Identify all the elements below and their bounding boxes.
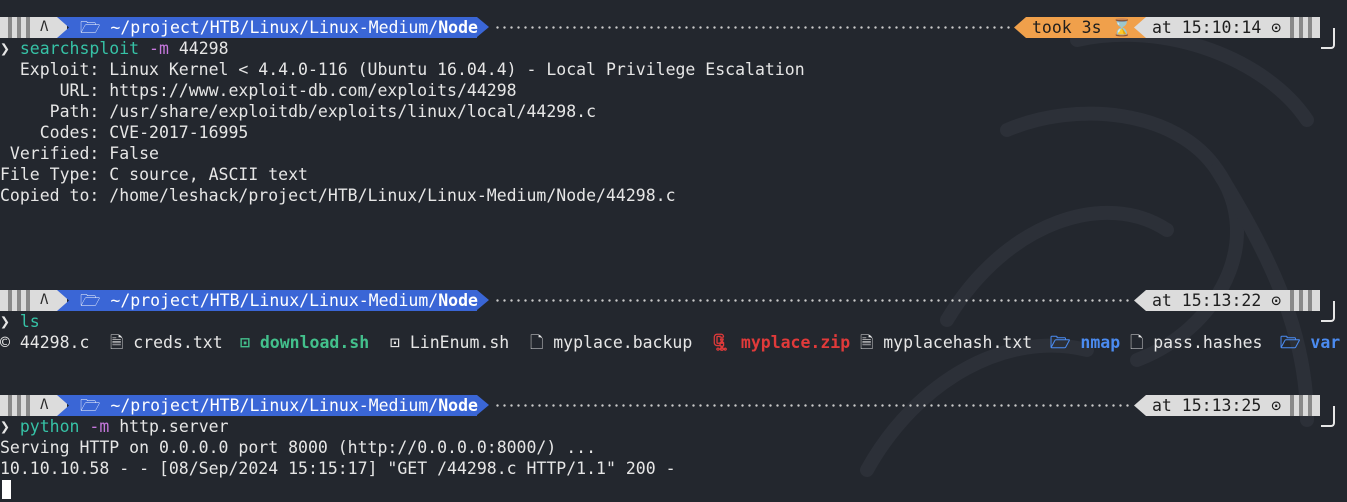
os-segment: Λ	[0, 290, 67, 311]
zip-icon: 🗜	[710, 333, 731, 352]
prompt-corner	[1321, 406, 1335, 427]
ls-output: © 44298.c 🗎 creds.txt ⊡ download.sh ⊡ Li…	[0, 332, 1347, 353]
terminal-cursor[interactable]	[2, 480, 11, 499]
prompt-bar: Λ 🗁 ~/project/HTB/Linux/Linux-Medium/Nod…	[0, 290, 1347, 311]
command-line: ❯ python -m http.server	[0, 417, 229, 436]
list-item: © 44298.c	[0, 333, 90, 352]
os-segment: Λ	[0, 395, 67, 416]
prompt-corner	[1321, 301, 1335, 322]
timestamp-badge: at 15:13:22 ⊙	[1134, 290, 1290, 311]
prompt-bar: Λ 🗁 ~/project/HTB/Linux/Linux-Medium/Nod…	[0, 17, 1347, 38]
prompt-filler	[494, 404, 1130, 407]
script-icon: ⊡	[240, 333, 250, 352]
list-item: 🗋 pass.hashes	[1130, 333, 1263, 352]
list-item: 🗎 creds.txt	[110, 333, 223, 352]
folder-icon: 🗁	[1050, 333, 1071, 352]
list-item: 🗋 myplace.backup	[530, 333, 693, 352]
list-item: 🗁 nmap	[1050, 333, 1121, 352]
file-icon: 🗋	[530, 333, 544, 352]
file-icon: 🗋	[1130, 333, 1144, 352]
output-line: Exploit: Linux Kernel < 4.4.0-116 (Ubunt…	[0, 60, 805, 79]
prompt-corner	[1321, 28, 1335, 49]
cwd-path: 🗁 ~/project/HTB/Linux/Linux-Medium/Node	[80, 291, 478, 310]
prompt-filler	[494, 26, 1012, 29]
folder-icon: 🗁	[80, 18, 101, 37]
lambda-icon: Λ	[40, 292, 49, 308]
prompt-bar: Λ 🗁 ~/project/HTB/Linux/Linux-Medium/Nod…	[0, 395, 1347, 416]
output-line: Path: /usr/share/exploitdb/exploits/linu…	[0, 102, 597, 121]
script-icon: ⊡	[390, 333, 400, 352]
folder-icon: 🗁	[80, 396, 101, 415]
output-line: Copied to: /home/leshack/project/HTB/Lin…	[0, 186, 676, 205]
prompt-arrow-icon: ❯	[0, 417, 10, 436]
folder-icon: 🗁	[1280, 333, 1301, 352]
list-item: ⊡ download.sh	[240, 333, 370, 352]
folder-icon: 🗁	[80, 291, 101, 310]
c-file-icon: ©	[0, 333, 10, 352]
prompt-arrow-icon: ❯	[0, 39, 10, 58]
text-file-icon: 🗎	[860, 333, 874, 352]
os-segment: Λ	[0, 17, 67, 38]
lambda-icon: Λ	[40, 397, 49, 413]
command-line: ❯ ls	[0, 312, 40, 331]
output-line: Verified: False	[0, 144, 159, 163]
kali-dragon-watermark	[860, 27, 1314, 477]
text-file-icon: 🗎	[110, 333, 124, 352]
output-line: URL: https://www.exploit-db.com/exploits…	[0, 81, 517, 100]
cwd-path: 🗁 ~/project/HTB/Linux/Linux-Medium/Node	[80, 396, 478, 415]
output-line: File Type: C source, ASCII text	[0, 165, 308, 184]
list-item: 🗎 myplacehash.txt	[860, 333, 1033, 352]
list-item: ⊡ LinEnum.sh	[390, 333, 510, 352]
output-line: Serving HTTP on 0.0.0.0 port 8000 (http:…	[0, 438, 597, 457]
list-item: 🗁 var	[1280, 333, 1341, 352]
cwd-path: 🗁 ~/project/HTB/Linux/Linux-Medium/Node	[80, 18, 478, 37]
timestamp-badge: at 15:13:25 ⊙	[1134, 395, 1290, 416]
prompt-arrow-icon: ❯	[0, 312, 10, 331]
prompt-filler	[494, 299, 1130, 302]
lambda-icon: Λ	[40, 19, 49, 35]
duration-badge: took 3s ⌛	[1014, 17, 1150, 38]
timestamp-badge: at 15:10:14 ⊙	[1134, 17, 1290, 38]
list-item: 🗜 myplace.zip	[710, 333, 851, 352]
command-line: ❯ searchsploit -m 44298	[0, 39, 229, 58]
output-line: 10.10.10.58 - - [08/Sep/2024 15:15:17] "…	[0, 459, 676, 478]
output-line: Codes: CVE-2017-16995	[0, 123, 249, 142]
